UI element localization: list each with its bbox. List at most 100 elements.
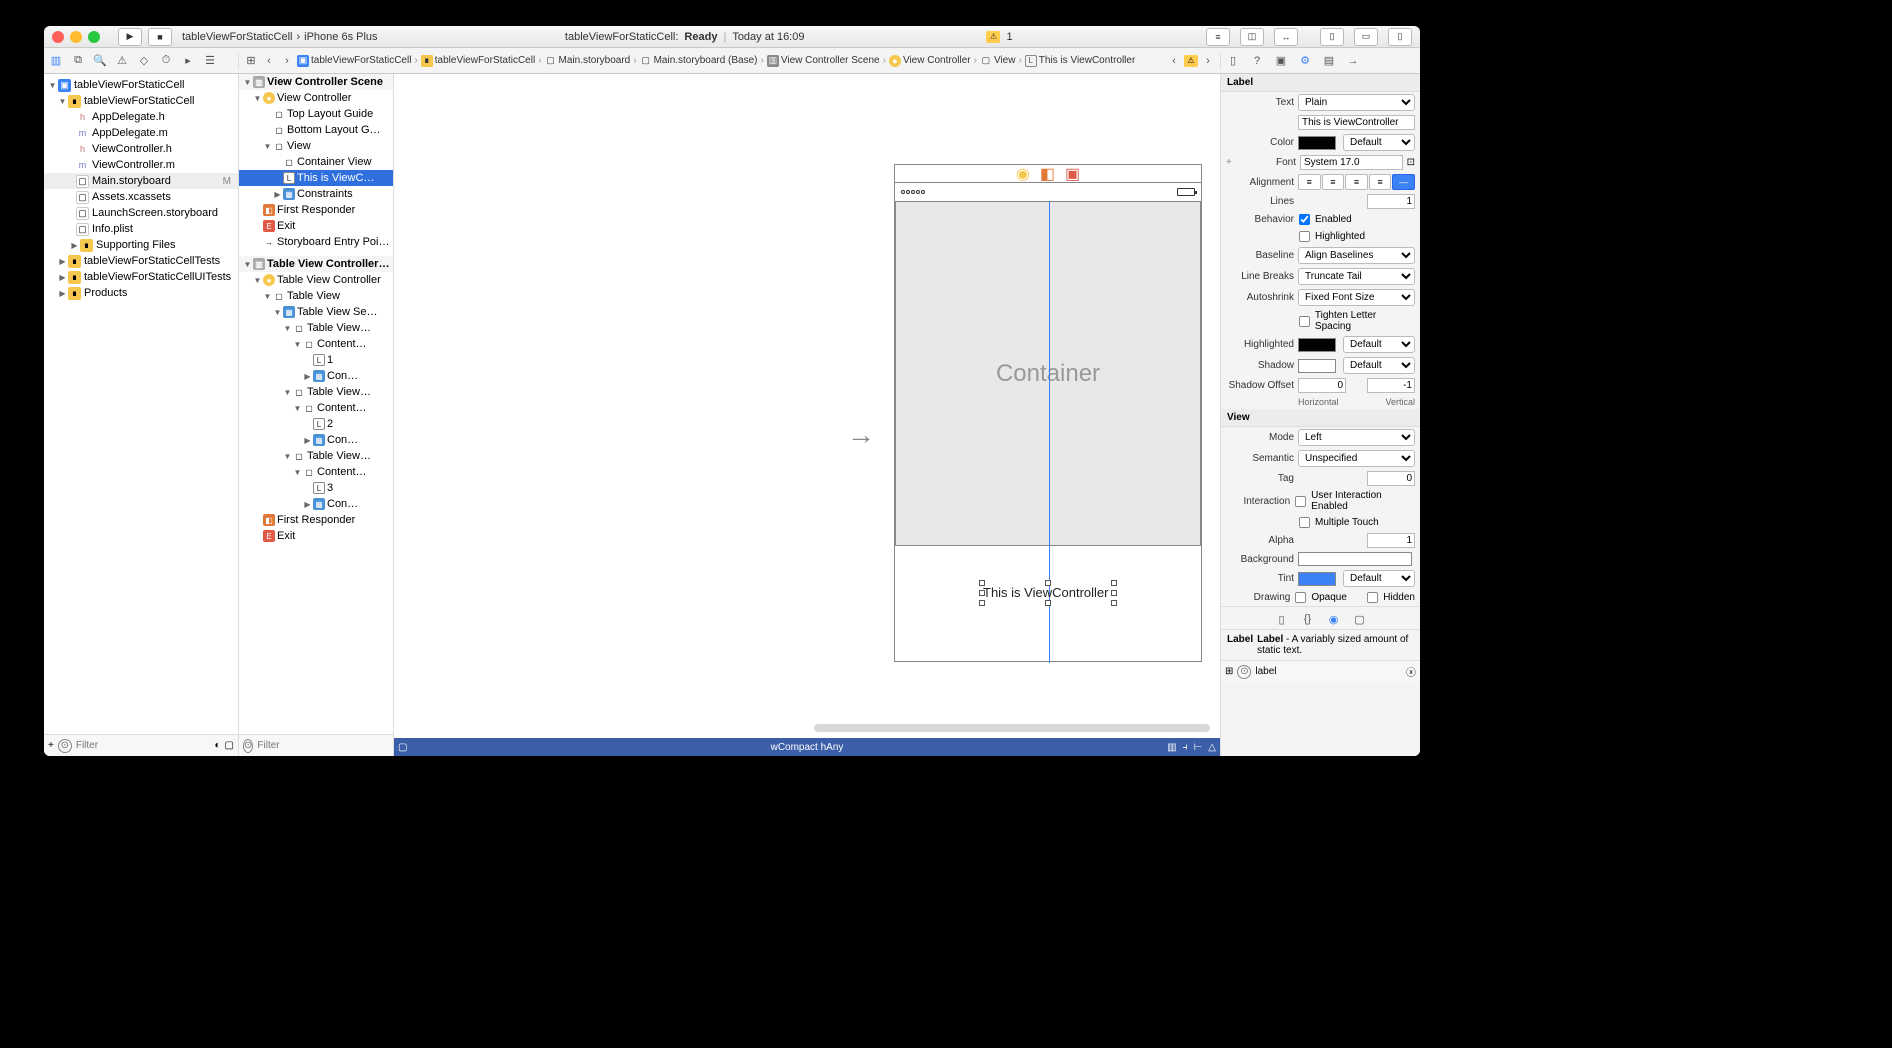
multitouch-checkbox[interactable] [1299, 517, 1310, 528]
tighten-checkbox[interactable] [1299, 315, 1310, 326]
jump-next-icon[interactable]: › [1200, 53, 1216, 69]
outline-item[interactable]: L2 [239, 416, 393, 432]
lib-code-icon[interactable]: {} [1300, 611, 1316, 627]
clear-filter-icon[interactable]: ⓧ [1406, 664, 1416, 679]
library-item[interactable]: Label Label - A variably sized amount of… [1221, 629, 1420, 660]
outline-view[interactable]: ▼▢View [239, 138, 393, 154]
nav-root[interactable]: ▼▣tableViewForStaticCell [44, 77, 238, 93]
filter-icon[interactable]: ⊙ [243, 739, 253, 753]
text-content-input[interactable] [1298, 115, 1415, 130]
related-items-icon[interactable]: ⊞ [243, 53, 259, 69]
nav-group[interactable]: ▶∎tableViewForStaticCellTests [44, 253, 238, 269]
connections-inspector-icon[interactable]: → [1345, 53, 1361, 69]
alpha-input[interactable] [1367, 533, 1415, 548]
highlighted-color-select[interactable]: Default [1343, 336, 1415, 353]
semantic-select[interactable]: Unspecified [1298, 450, 1415, 467]
filter-recent-icon[interactable]: ⊙ [58, 739, 72, 753]
help-inspector-icon[interactable]: ? [1249, 53, 1265, 69]
tint-swatch[interactable] [1298, 572, 1336, 586]
debug-navigator-icon[interactable]: ⏱ [158, 53, 174, 69]
warning-icon[interactable]: ⚠ [986, 31, 1000, 43]
toggle-inspector-button[interactable]: ▯ [1388, 28, 1412, 46]
vc-exit-icon[interactable]: ▣ [1065, 164, 1080, 184]
lib-media-icon[interactable]: ▢ [1352, 611, 1368, 627]
lib-object-icon[interactable]: ◉ [1326, 611, 1342, 627]
color-select[interactable]: Default [1343, 134, 1415, 151]
editor-assistant-button[interactable]: ◫ [1240, 28, 1264, 46]
nav-file[interactable]: ▢LaunchScreen.storyboard [44, 205, 238, 221]
outline-scene-header[interactable]: ▼▥View Controller Scene [239, 74, 393, 90]
enabled-checkbox[interactable] [1299, 214, 1310, 225]
minimize-icon[interactable] [70, 31, 82, 43]
jump-prev-icon[interactable]: ‹ [1166, 53, 1182, 69]
align-center-button[interactable]: ≡ [1322, 174, 1345, 190]
color-swatch[interactable] [1298, 136, 1336, 150]
align-natural-button[interactable]: — [1392, 174, 1415, 190]
outline-item[interactable]: ▢Bottom Layout G… [239, 122, 393, 138]
issue-warning-icon[interactable]: ⚠ [1184, 55, 1198, 67]
highlighted-checkbox[interactable] [1299, 231, 1310, 242]
outline-item[interactable]: EExit [239, 528, 393, 544]
identity-inspector-icon[interactable]: ▣ [1273, 53, 1289, 69]
align-left-button[interactable]: ≡ [1298, 174, 1321, 190]
align-icon[interactable]: ⫞ [1183, 742, 1188, 753]
file-inspector-icon[interactable]: ▯ [1225, 53, 1241, 69]
outline-item[interactable]: ▶▦Con… [239, 432, 393, 448]
outline-item[interactable]: →Storyboard Entry Poi… [239, 234, 393, 250]
breakpoint-navigator-icon[interactable]: ▸ [180, 53, 196, 69]
dock-icon[interactable]: ▢ [398, 742, 407, 753]
scm-filter-icon[interactable]: ◐ [215, 740, 221, 751]
nav-group[interactable]: ▼∎tableViewForStaticCell [44, 93, 238, 109]
outline-constraints[interactable]: ▶▦Constraints [239, 186, 393, 202]
issue-navigator-icon[interactable]: ⚠ [114, 53, 130, 69]
vc-cube-icon[interactable]: ◧ [1040, 164, 1055, 184]
forward-icon[interactable]: › [279, 53, 295, 69]
container-view[interactable]: Container [895, 201, 1201, 546]
zoom-icon[interactable] [88, 31, 100, 43]
outline-item[interactable]: ▶▦Con… [239, 368, 393, 384]
autoshrink-select[interactable]: Fixed Font Size [1298, 289, 1415, 306]
baseline-select[interactable]: Align Baselines [1298, 247, 1415, 264]
outline-filter-input[interactable] [257, 740, 389, 751]
pin-icon[interactable]: ⊢ [1194, 742, 1203, 753]
add-font-icon[interactable]: + [1226, 157, 1236, 168]
filter-icon[interactable]: ⊙ [1237, 665, 1251, 679]
nav-filter-input[interactable] [76, 740, 211, 751]
editor-standard-button[interactable]: ≡ [1206, 28, 1230, 46]
outline-item[interactable]: ◧First Responder [239, 512, 393, 528]
shadow-h-input[interactable] [1298, 378, 1346, 393]
nav-file[interactable]: mAppDelegate.m [44, 125, 238, 141]
storyboard-canvas[interactable]: → ◉ ◧ ▣ Container [394, 74, 1220, 756]
linebreak-select[interactable]: Truncate Tail [1298, 268, 1415, 285]
outline-item[interactable]: ▶▦Con… [239, 496, 393, 512]
outline-item[interactable]: ▼▢Table View [239, 288, 393, 304]
size-class-bar[interactable]: ▢ wCompact hAny ▥ ⫞ ⊢ △ [394, 738, 1220, 756]
outline-item[interactable]: ▼▢Table View… [239, 320, 393, 336]
align-right-button[interactable]: ≡ [1345, 174, 1368, 190]
report-navigator-icon[interactable]: ☰ [202, 53, 218, 69]
outline-item[interactable]: ▢Container View [239, 154, 393, 170]
vc-config-icon[interactable]: ◉ [1016, 164, 1030, 184]
outline-vc[interactable]: ▼●View Controller [239, 90, 393, 106]
outline-vc[interactable]: ▼●Table View Controller [239, 272, 393, 288]
shadow-v-input[interactable] [1367, 378, 1415, 393]
alignment-segmented[interactable]: ≡ ≡ ≡ ≡ — [1298, 174, 1415, 190]
add-icon[interactable]: + [48, 740, 54, 751]
test-navigator-icon[interactable]: ◇ [136, 53, 152, 69]
nav-group[interactable]: ▶∎Products [44, 285, 238, 301]
resolve-issues-icon[interactable]: △ [1208, 742, 1216, 753]
nav-group[interactable]: ▶∎Supporting Files [44, 237, 238, 253]
outline-item[interactable]: L3 [239, 480, 393, 496]
editor-version-button[interactable]: ↔ [1274, 28, 1298, 46]
text-style-select[interactable]: Plain [1298, 94, 1415, 111]
scheme-name[interactable]: tableViewForStaticCell [182, 31, 292, 43]
outline-item[interactable]: ▼▢Content… [239, 336, 393, 352]
symbol-navigator-icon[interactable]: ⧉ [70, 53, 86, 69]
nav-file-selected[interactable]: ▢Main.storyboardM [44, 173, 238, 189]
tag-input[interactable] [1367, 471, 1415, 486]
uie-checkbox[interactable] [1295, 495, 1306, 506]
library-filter-input[interactable] [1255, 666, 1402, 677]
project-navigator-icon[interactable]: ▥ [48, 53, 64, 69]
find-navigator-icon[interactable]: 🔍 [92, 53, 108, 69]
mode-select[interactable]: Left [1298, 429, 1415, 446]
